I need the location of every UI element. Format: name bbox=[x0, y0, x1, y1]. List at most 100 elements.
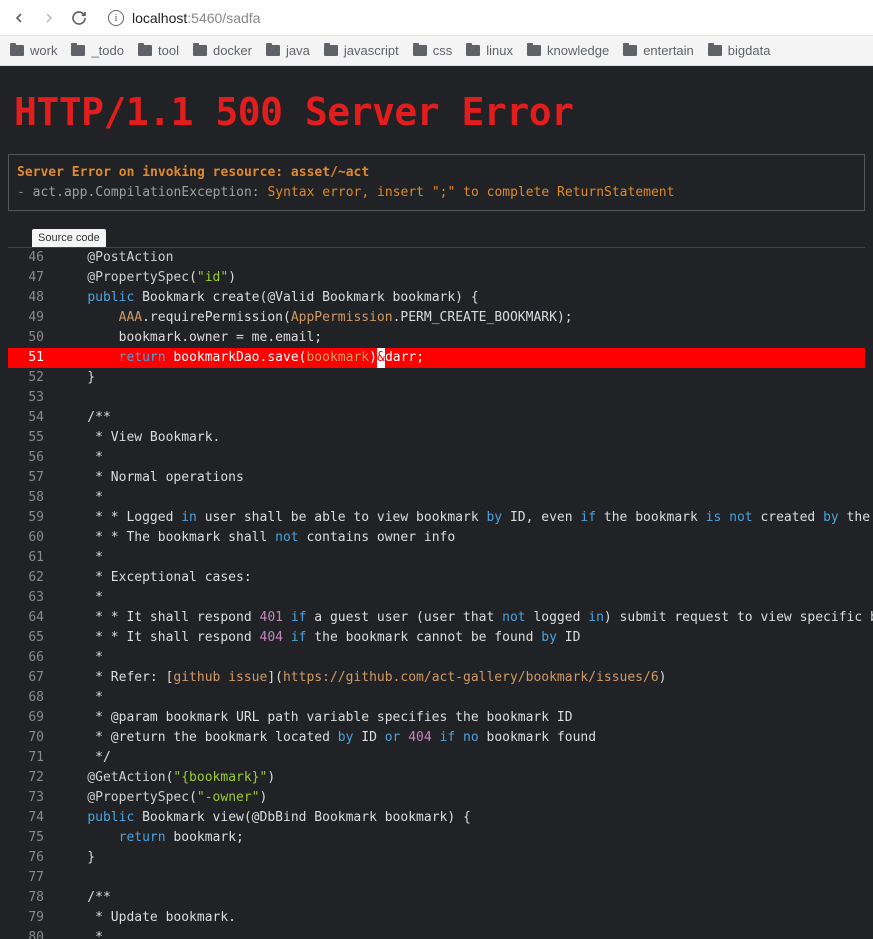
line-number: 74 bbox=[8, 808, 56, 828]
code-row: 70 * @return the bookmark located by ID … bbox=[8, 728, 865, 748]
folder-icon bbox=[71, 45, 85, 56]
line-number: 76 bbox=[8, 848, 56, 868]
line-number: 46 bbox=[8, 248, 56, 268]
back-button[interactable] bbox=[10, 9, 28, 27]
bookmark-entertain[interactable]: entertain bbox=[623, 43, 694, 58]
page-title: HTTP/1.1 500 Server Error bbox=[0, 66, 873, 154]
bookmark-label: work bbox=[30, 43, 57, 58]
code-row: 49 AAA.requirePermission(AppPermission.P… bbox=[8, 308, 865, 328]
code-row: 72 @GetAction("{bookmark}") bbox=[8, 768, 865, 788]
folder-icon bbox=[413, 45, 427, 56]
address-host: localhost bbox=[132, 10, 187, 26]
code-line: @PostAction bbox=[56, 248, 865, 268]
line-number: 67 bbox=[8, 668, 56, 688]
bookmark-javascript[interactable]: javascript bbox=[324, 43, 399, 58]
line-number: 51 bbox=[8, 348, 56, 368]
code-row: 55 * View Bookmark. bbox=[8, 428, 865, 448]
code-line: * View Bookmark. bbox=[56, 428, 865, 448]
code-row: 48 public Bookmark create(@Valid Bookmar… bbox=[8, 288, 865, 308]
line-number: 75 bbox=[8, 828, 56, 848]
forward-button[interactable] bbox=[40, 9, 58, 27]
code-line: * * Logged in user shall be able to view… bbox=[56, 508, 873, 528]
site-info-icon[interactable]: i bbox=[108, 10, 124, 26]
line-number: 78 bbox=[8, 888, 56, 908]
code-row: 73 @PropertySpec("-owner") bbox=[8, 788, 865, 808]
bookmark-linux[interactable]: linux bbox=[466, 43, 513, 58]
code-row: 80 * bbox=[8, 928, 865, 939]
folder-icon bbox=[527, 45, 541, 56]
line-number: 58 bbox=[8, 488, 56, 508]
bookmark-label: knowledge bbox=[547, 43, 609, 58]
bookmark-label: _todo bbox=[91, 43, 124, 58]
bookmark-label: javascript bbox=[344, 43, 399, 58]
bookmark-tool[interactable]: tool bbox=[138, 43, 179, 58]
code-line: * Refer: [github issue](https://github.c… bbox=[56, 668, 865, 688]
line-number: 54 bbox=[8, 408, 56, 428]
code-row: 71 */ bbox=[8, 748, 865, 768]
line-number: 72 bbox=[8, 768, 56, 788]
bookmark-label: linux bbox=[486, 43, 513, 58]
code-line: * @return the bookmark located by ID or … bbox=[56, 728, 865, 748]
bookmark-knowledge[interactable]: knowledge bbox=[527, 43, 609, 58]
code-line: * Normal operations bbox=[56, 468, 865, 488]
code-line: return bookmark; bbox=[56, 828, 865, 848]
error-line-2: - act.app.CompilationException: Syntax e… bbox=[17, 183, 856, 203]
line-number: 68 bbox=[8, 688, 56, 708]
line-number: 49 bbox=[8, 308, 56, 328]
code-row-error: 51 return bookmarkDao.save(bookmark)&dar… bbox=[8, 348, 865, 368]
folder-icon bbox=[324, 45, 338, 56]
source-code-tab[interactable]: Source code bbox=[32, 229, 106, 247]
bookmark-label: tool bbox=[158, 43, 179, 58]
code-line: * bbox=[56, 588, 865, 608]
bookmark-bigdata[interactable]: bigdata bbox=[708, 43, 771, 58]
address-bar[interactable]: i localhost:5460/sadfa bbox=[100, 5, 863, 31]
line-number: 64 bbox=[8, 608, 56, 628]
bookmark-docker[interactable]: docker bbox=[193, 43, 252, 58]
bookmark-work[interactable]: work bbox=[10, 43, 57, 58]
code-line: public Bookmark create(@Valid Bookmark b… bbox=[56, 288, 865, 308]
line-number: 61 bbox=[8, 548, 56, 568]
folder-icon bbox=[193, 45, 207, 56]
code-line: * bbox=[56, 648, 865, 668]
code-line: public Bookmark view(@DbBind Bookmark bo… bbox=[56, 808, 865, 828]
code-line: * bbox=[56, 688, 865, 708]
line-number: 56 bbox=[8, 448, 56, 468]
bookmark-_todo[interactable]: _todo bbox=[71, 43, 124, 58]
code-row: 52 } bbox=[8, 368, 865, 388]
code-line: * @param bookmark URL path variable spec… bbox=[56, 708, 865, 728]
bookmark-java[interactable]: java bbox=[266, 43, 310, 58]
code-line: */ bbox=[56, 748, 865, 768]
code-line: * bbox=[56, 448, 865, 468]
code-line: } bbox=[56, 848, 865, 868]
bookmark-label: entertain bbox=[643, 43, 694, 58]
code-row: 53 bbox=[8, 388, 865, 408]
line-number: 65 bbox=[8, 628, 56, 648]
code-line bbox=[56, 388, 865, 408]
code-row: 46 @PostAction bbox=[8, 248, 865, 268]
line-number: 71 bbox=[8, 748, 56, 768]
line-number: 73 bbox=[8, 788, 56, 808]
code-row: 76 } bbox=[8, 848, 865, 868]
code-line: * * It shall respond 404 if the bookmark… bbox=[56, 628, 865, 648]
line-number: 47 bbox=[8, 268, 56, 288]
code-line: @PropertySpec("-owner") bbox=[56, 788, 865, 808]
code-row: 75 return bookmark; bbox=[8, 828, 865, 848]
error-line-1: Server Error on invoking resource: asset… bbox=[17, 163, 856, 183]
code-row: 56 * bbox=[8, 448, 865, 468]
code-line: return bookmarkDao.save(bookmark)&darr; bbox=[56, 348, 865, 368]
line-number: 69 bbox=[8, 708, 56, 728]
error-page: HTTP/1.1 500 Server Error Server Error o… bbox=[0, 66, 873, 939]
bookmark-label: java bbox=[286, 43, 310, 58]
code-line: @PropertySpec("id") bbox=[56, 268, 865, 288]
code-row: 77 bbox=[8, 868, 865, 888]
reload-button[interactable] bbox=[70, 9, 88, 27]
line-number: 63 bbox=[8, 588, 56, 608]
code-row: 65 * * It shall respond 404 if the bookm… bbox=[8, 628, 865, 648]
bookmark-css[interactable]: css bbox=[413, 43, 453, 58]
code-line bbox=[56, 868, 865, 888]
code-line: * Update bookmark. bbox=[56, 908, 865, 928]
code-line: /** bbox=[56, 408, 865, 428]
code-row: 58 * bbox=[8, 488, 865, 508]
line-number: 66 bbox=[8, 648, 56, 668]
error-box: Server Error on invoking resource: asset… bbox=[8, 154, 865, 211]
